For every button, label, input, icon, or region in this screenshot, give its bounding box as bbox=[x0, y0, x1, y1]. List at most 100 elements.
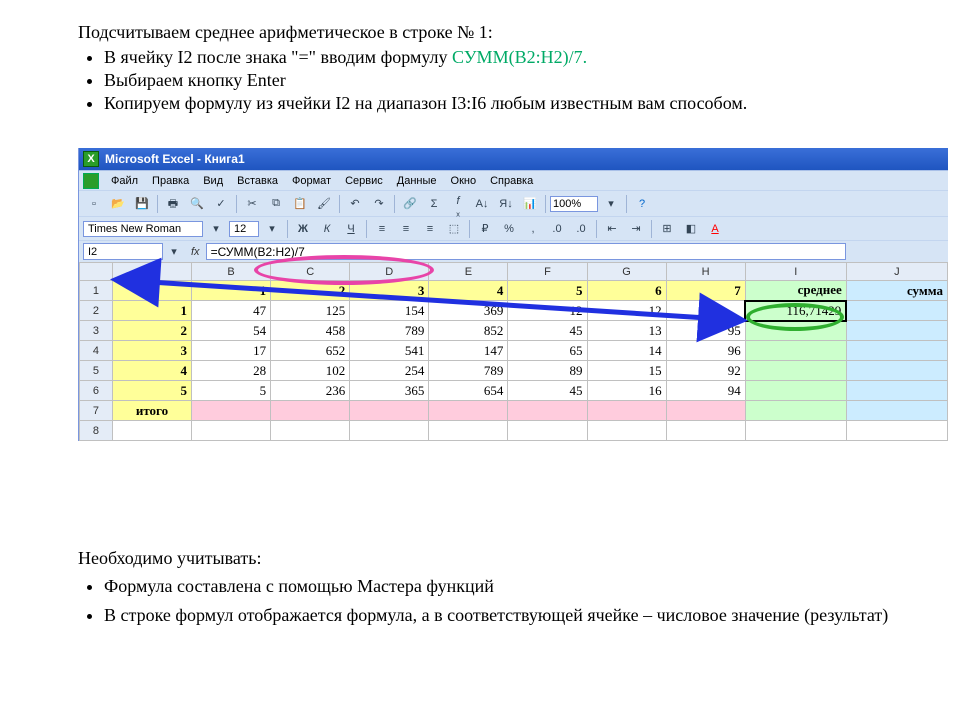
cell[interactable]: 17 bbox=[192, 341, 271, 361]
menu-insert[interactable]: Вставка bbox=[231, 174, 284, 188]
fill-color-icon[interactable]: ◧ bbox=[680, 219, 702, 239]
cell-header-sum[interactable]: сумма bbox=[846, 281, 947, 301]
autosum-icon[interactable]: Σ bbox=[423, 194, 445, 214]
cell[interactable] bbox=[350, 421, 429, 441]
help-icon[interactable]: ? bbox=[631, 194, 653, 214]
cell[interactable]: 789 bbox=[350, 321, 429, 341]
align-center-icon[interactable]: ≡ bbox=[395, 219, 417, 239]
cell[interactable] bbox=[112, 421, 191, 441]
name-box[interactable]: I2 bbox=[83, 243, 163, 260]
row-header[interactable]: 2 bbox=[80, 301, 113, 321]
row-header[interactable]: 5 bbox=[80, 361, 113, 381]
chevron-down-icon[interactable]: ▾ bbox=[163, 242, 185, 262]
cell[interactable] bbox=[587, 401, 666, 421]
row-header[interactable]: 7 bbox=[80, 401, 113, 421]
cell[interactable] bbox=[846, 321, 947, 341]
cell[interactable]: 5 bbox=[508, 281, 587, 301]
chart-icon[interactable]: 📊 bbox=[519, 194, 541, 214]
chevron-down-icon[interactable]: ▾ bbox=[261, 219, 283, 239]
spreadsheet-grid[interactable]: A B C D E F G H I J 1 1 2 3 4 5 6 bbox=[79, 262, 948, 441]
cell[interactable]: 6 bbox=[587, 281, 666, 301]
cell[interactable]: 2 bbox=[271, 281, 350, 301]
bold-icon[interactable]: Ж bbox=[292, 219, 314, 239]
cell[interactable]: 369 bbox=[429, 301, 508, 321]
fx-icon[interactable]: fх bbox=[185, 246, 206, 258]
menu-file[interactable]: Файл bbox=[105, 174, 144, 188]
col-header[interactable]: B bbox=[192, 263, 271, 281]
cell[interactable]: 92 bbox=[666, 361, 745, 381]
menu-view[interactable]: Вид bbox=[197, 174, 229, 188]
save-icon[interactable]: 💾 bbox=[131, 194, 153, 214]
cell[interactable]: 458 bbox=[271, 321, 350, 341]
col-header[interactable]: J bbox=[846, 263, 947, 281]
undo-icon[interactable]: ↶ bbox=[344, 194, 366, 214]
menu-data[interactable]: Данные bbox=[391, 174, 443, 188]
cell[interactable]: 7 bbox=[666, 281, 745, 301]
percent-icon[interactable]: % bbox=[498, 219, 520, 239]
cell[interactable]: 12 bbox=[508, 301, 587, 321]
open-icon[interactable]: 📂 bbox=[107, 194, 129, 214]
cell[interactable]: 125 bbox=[271, 301, 350, 321]
align-right-icon[interactable]: ≡ bbox=[419, 219, 441, 239]
cell[interactable]: 3 bbox=[112, 341, 191, 361]
cell[interactable]: 16 bbox=[587, 381, 666, 401]
cell[interactable] bbox=[666, 301, 745, 321]
cell[interactable]: 96 bbox=[666, 341, 745, 361]
cell[interactable]: 54 bbox=[192, 321, 271, 341]
cell[interactable] bbox=[745, 381, 846, 401]
cut-icon[interactable]: ✂ bbox=[241, 194, 263, 214]
cell[interactable] bbox=[192, 401, 271, 421]
cell[interactable] bbox=[271, 401, 350, 421]
cell[interactable] bbox=[846, 301, 947, 321]
cell[interactable] bbox=[846, 381, 947, 401]
cell[interactable]: 541 bbox=[350, 341, 429, 361]
cell[interactable]: 654 bbox=[429, 381, 508, 401]
cell[interactable]: 12 bbox=[587, 301, 666, 321]
print-icon[interactable]: 🖶 bbox=[162, 194, 184, 214]
underline-icon[interactable]: Ч bbox=[340, 219, 362, 239]
select-all-corner[interactable] bbox=[80, 263, 113, 281]
cell-header-average[interactable]: среднее bbox=[745, 281, 846, 301]
cell[interactable]: 94 bbox=[666, 381, 745, 401]
cell[interactable]: 14 bbox=[587, 341, 666, 361]
menu-window[interactable]: Окно bbox=[445, 174, 483, 188]
currency-icon[interactable]: ₽ bbox=[474, 219, 496, 239]
function-icon[interactable]: fₓ bbox=[447, 194, 469, 214]
cell[interactable]: 89 bbox=[508, 361, 587, 381]
menu-edit[interactable]: Правка bbox=[146, 174, 195, 188]
cell[interactable]: 47 bbox=[192, 301, 271, 321]
cell[interactable] bbox=[508, 421, 587, 441]
font-name-box[interactable]: Times New Roman bbox=[83, 221, 203, 237]
cell[interactable]: 102 bbox=[271, 361, 350, 381]
cell[interactable]: 789 bbox=[429, 361, 508, 381]
row-header[interactable]: 4 bbox=[80, 341, 113, 361]
cell[interactable] bbox=[745, 401, 846, 421]
merge-icon[interactable]: ⬚ bbox=[443, 219, 465, 239]
row-header[interactable]: 3 bbox=[80, 321, 113, 341]
formula-input[interactable]: =СУММ(B2:H2)/7 bbox=[206, 243, 846, 260]
col-header[interactable]: A bbox=[112, 263, 191, 281]
cell[interactable] bbox=[846, 361, 947, 381]
cell[interactable]: 28 bbox=[192, 361, 271, 381]
cell[interactable]: 254 bbox=[350, 361, 429, 381]
col-header[interactable]: F bbox=[508, 263, 587, 281]
cell[interactable] bbox=[429, 401, 508, 421]
cell[interactable] bbox=[846, 341, 947, 361]
cell[interactable]: 95 bbox=[666, 321, 745, 341]
cell[interactable] bbox=[508, 401, 587, 421]
menu-format[interactable]: Формат bbox=[286, 174, 337, 188]
cell[interactable] bbox=[666, 401, 745, 421]
col-header[interactable]: D bbox=[350, 263, 429, 281]
cell[interactable]: 147 bbox=[429, 341, 508, 361]
cell[interactable] bbox=[846, 421, 947, 441]
cell[interactable] bbox=[745, 341, 846, 361]
zoom-box[interactable]: 100% bbox=[550, 196, 598, 212]
cell[interactable]: 652 bbox=[271, 341, 350, 361]
cell[interactable]: 45 bbox=[508, 381, 587, 401]
zoom-dropdown-icon[interactable]: ▾ bbox=[600, 194, 622, 214]
cell[interactable]: 852 bbox=[429, 321, 508, 341]
paste-icon[interactable]: 📋 bbox=[289, 194, 311, 214]
col-header[interactable]: E bbox=[429, 263, 508, 281]
cell[interactable]: 15 bbox=[587, 361, 666, 381]
row-header[interactable]: 8 bbox=[80, 421, 113, 441]
